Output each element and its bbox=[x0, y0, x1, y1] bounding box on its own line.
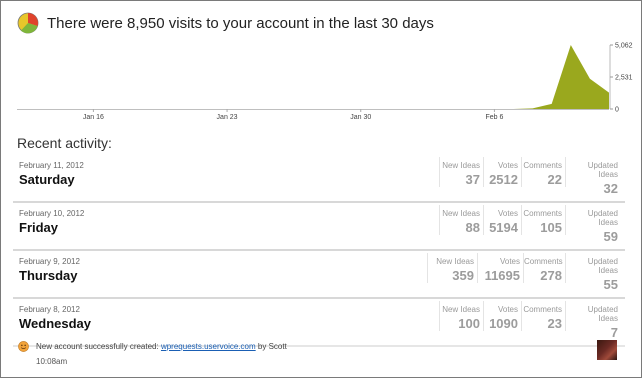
stat-value: 59 bbox=[603, 229, 618, 244]
votes-stat: Votes 1090 bbox=[483, 301, 521, 331]
stat-value: 5194 bbox=[489, 220, 518, 235]
day-name: Thursday bbox=[19, 268, 78, 283]
day-row-thursday: February 9, 2012 Thursday New Ideas 359 … bbox=[13, 253, 625, 299]
stat-value: 23 bbox=[547, 316, 562, 331]
stat-label: Comments bbox=[524, 257, 563, 266]
stat-value: 100 bbox=[458, 316, 480, 331]
y-tick-label: 0 bbox=[615, 107, 619, 114]
day-row-friday: February 10, 2012 Friday New Ideas 88 Vo… bbox=[13, 205, 625, 251]
dashboard-panel: There were 8,950 visits to your account … bbox=[0, 0, 642, 378]
y-tick-label: 5,062 bbox=[615, 43, 633, 50]
stat-value: 88 bbox=[465, 220, 480, 235]
stat-label: Updated Ideas bbox=[587, 257, 618, 275]
stat-value: 22 bbox=[547, 172, 562, 187]
activity-text-before: New account successfully created: bbox=[36, 342, 161, 351]
updated-ideas-stat: Updated Ideas 55 bbox=[565, 253, 621, 292]
stat-value: 11695 bbox=[484, 268, 520, 283]
x-tick-label: Jan 16 bbox=[83, 114, 104, 121]
comments-stat: Comments 22 bbox=[521, 157, 565, 187]
day-date: February 11, 2012 bbox=[19, 161, 84, 170]
account-link[interactable]: wprequests.uservoice.com bbox=[161, 342, 256, 351]
recent-activity-title: Recent activity: bbox=[17, 135, 112, 151]
stat-label: New Ideas bbox=[442, 161, 480, 170]
visits-header: There were 8,950 visits to your account … bbox=[17, 11, 434, 35]
stat-label: Votes bbox=[497, 161, 518, 170]
votes-stat: Votes 2512 bbox=[483, 157, 521, 187]
stat-label: Comments bbox=[523, 305, 562, 314]
stat-label: Updated Ideas bbox=[587, 305, 618, 323]
x-tick-label: Jan 30 bbox=[350, 114, 371, 121]
updated-ideas-stat: Updated Ideas 7 bbox=[565, 301, 621, 340]
stat-value: 278 bbox=[540, 268, 562, 283]
updated-ideas-stat: Updated Ideas 59 bbox=[565, 205, 621, 244]
stat-value: 32 bbox=[603, 181, 618, 196]
day-row-saturday: February 11, 2012 Saturday New Ideas 37 … bbox=[13, 157, 625, 203]
stat-label: Votes bbox=[497, 305, 518, 314]
day-name: Saturday bbox=[19, 172, 75, 187]
x-tick-label: Jan 23 bbox=[217, 114, 238, 121]
stat-value: 37 bbox=[465, 172, 480, 187]
new-ideas-stat: New Ideas 37 bbox=[439, 157, 483, 187]
updated-ideas-stat: Updated Ideas 32 bbox=[565, 157, 621, 196]
activity-time: 10:08am bbox=[36, 357, 68, 366]
visits-summary: There were 8,950 visits to your account … bbox=[47, 14, 434, 32]
stat-label: Comments bbox=[523, 209, 562, 218]
activity-message: New account successfully created: wprequ… bbox=[36, 342, 287, 351]
day-date: February 10, 2012 bbox=[19, 209, 85, 218]
votes-stat: Votes 11695 bbox=[477, 253, 523, 283]
stat-label: New Ideas bbox=[436, 257, 474, 266]
visits-area-chart: 5,062 2,531 0 Jan 16 Jan 23 Jan 30 Feb 6 bbox=[17, 43, 633, 121]
stat-value: 105 bbox=[540, 220, 562, 235]
stat-label: New Ideas bbox=[442, 209, 480, 218]
pie-chart-icon bbox=[17, 12, 39, 34]
activity-text-after: by Scott bbox=[255, 342, 287, 351]
stat-value: 55 bbox=[603, 277, 618, 292]
stat-label: Votes bbox=[499, 257, 520, 266]
stat-label: Updated Ideas bbox=[587, 209, 618, 227]
new-ideas-stat: New Ideas 359 bbox=[427, 253, 477, 283]
comments-stat: Comments 105 bbox=[521, 205, 565, 235]
stat-label: New Ideas bbox=[442, 305, 480, 314]
new-ideas-stat: New Ideas 100 bbox=[439, 301, 483, 331]
new-ideas-stat: New Ideas 88 bbox=[439, 205, 483, 235]
day-name: Friday bbox=[19, 220, 59, 235]
day-date: February 9, 2012 bbox=[19, 257, 80, 266]
visits-chart: 5,062 2,531 0 Jan 16 Jan 23 Jan 30 Feb 6 bbox=[15, 41, 635, 127]
votes-stat: Votes 5194 bbox=[483, 205, 521, 235]
stat-value: 1090 bbox=[489, 316, 518, 331]
stat-value: 2512 bbox=[489, 172, 518, 187]
day-date: February 8, 2012 bbox=[19, 305, 80, 314]
y-tick-label: 2,531 bbox=[615, 75, 633, 82]
visits-area bbox=[17, 45, 609, 109]
stat-label: Comments bbox=[523, 161, 562, 170]
x-tick-label: Feb 6 bbox=[485, 114, 503, 121]
comments-stat: Comments 278 bbox=[523, 253, 565, 283]
avatar[interactable] bbox=[597, 340, 617, 360]
smiley-icon bbox=[18, 341, 29, 352]
day-name: Wednesday bbox=[19, 316, 92, 331]
stat-value: 359 bbox=[452, 268, 474, 283]
comments-stat: Comments 23 bbox=[521, 301, 565, 331]
stat-label: Votes bbox=[497, 209, 518, 218]
activity-item: New account successfully created: wprequ… bbox=[13, 337, 625, 371]
stat-label: Updated Ideas bbox=[587, 161, 618, 179]
